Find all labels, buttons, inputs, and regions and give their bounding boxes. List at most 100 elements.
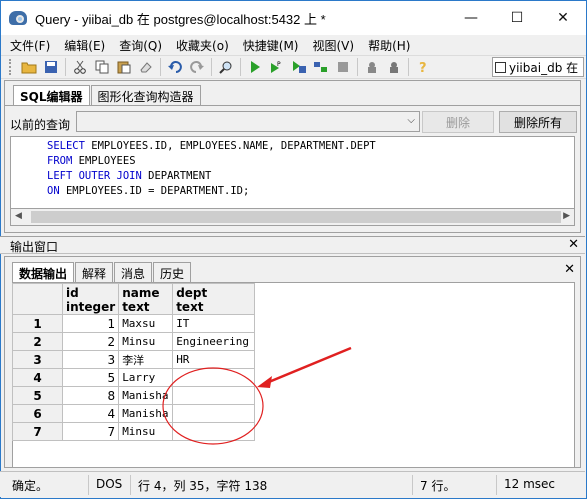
execute-icon[interactable] [244,57,266,77]
delete-all-button[interactable]: 删除所有 [499,111,577,133]
delete-button[interactable]: 删除 [422,111,494,133]
cell-dept[interactable] [172,368,256,387]
menu-view[interactable]: 视图(V) [305,37,361,54]
status-text: 确定。 [12,479,49,493]
table-row[interactable]: 5 8 Manisha [12,386,256,405]
scroll-left-icon[interactable]: ◀ [15,211,22,221]
svg-text:?: ? [419,61,427,74]
sql-editor[interactable]: SELECT EMPLOYEES.ID, EMPLOYEES.NAME, DEP… [10,136,575,209]
cell-name[interactable]: Minsu [118,332,174,351]
cell-id[interactable]: 5 [61,368,120,387]
cell-id[interactable]: 3 [61,350,120,369]
row-number-cell[interactable]: 6 [12,404,63,423]
table-row[interactable]: 7 7 Minsu [12,422,256,441]
undo-icon[interactable] [164,57,186,77]
window-title: Query - yiibai_db 在 postgres@localhost:5… [35,11,326,27]
vacuum-icon[interactable] [361,57,383,77]
cell-dept[interactable] [172,386,256,405]
cell-id[interactable]: 4 [61,404,120,423]
sql-line: ON EMPLOYEES.ID = DEPARTMENT.ID; [47,185,250,197]
open-file-icon[interactable] [18,57,40,77]
menu-query[interactable]: 查询(Q) [112,37,169,54]
row-number-cell[interactable]: 4 [12,368,63,387]
cell-id[interactable]: 1 [61,314,120,333]
close-button[interactable]: ✕ [540,1,586,35]
cell-name[interactable]: Minsu [118,422,174,441]
toolbar-grip[interactable] [9,59,12,75]
cell-id[interactable]: 7 [61,422,120,441]
row-number-cell[interactable]: 7 [12,422,63,441]
row-number-cell[interactable]: 5 [12,386,63,405]
cell-dept[interactable] [172,422,256,441]
copy-icon[interactable] [91,57,113,77]
tab-history[interactable]: 历史 [153,262,192,282]
cell-name[interactable]: Manisha [118,386,174,405]
cell-dept[interactable]: HR [172,350,256,369]
database-selector-label: yiibai_db 在 [509,60,579,75]
tab-explain[interactable]: 解释 [75,262,114,282]
toolbar: P ? yiibai_db 在 [1,55,586,79]
database-selector[interactable]: yiibai_db 在 [492,57,584,77]
corner-cell[interactable] [12,283,63,315]
cell-id[interactable]: 8 [61,386,120,405]
cell-name[interactable]: Maxsu [118,314,174,333]
pgadmin-app-icon [9,9,27,27]
explain-icon[interactable] [310,57,332,77]
row-number-cell[interactable]: 1 [12,314,63,333]
cancel-query-icon[interactable] [332,57,354,77]
menu-file[interactable]: 文件(F) [3,37,57,54]
table-row[interactable]: 3 3 李洋 HR [12,350,256,369]
save-file-icon[interactable] [40,57,62,77]
tab-graphical-query-builder[interactable]: 图形化查询构造器 [90,85,201,105]
menu-favorites[interactable]: 收藏夹(o) [169,37,236,54]
previous-queries-dropdown[interactable]: ⌵ [76,111,420,132]
tab-messages[interactable]: 消息 [114,262,153,282]
menu-macros[interactable]: 快捷键(M) [236,37,306,54]
table-row[interactable]: 2 2 Minsu Engineering [12,332,256,351]
redo-icon[interactable] [186,57,208,77]
cell-dept[interactable]: IT [172,314,256,333]
tab-sql-editor[interactable]: SQL编辑器 [13,85,90,106]
close-result-tab-icon[interactable]: ✕ [564,262,575,277]
row-number-cell[interactable]: 2 [12,332,63,351]
execute-to-file-icon[interactable] [288,57,310,77]
tab-data-output[interactable]: 数据输出 [12,262,75,283]
menu-bar: 文件(F) 编辑(E) 查询(Q) 收藏夹(o) 快捷键(M) 视图(V) 帮助… [1,35,586,55]
menu-edit[interactable]: 编辑(E) [57,37,112,54]
column-header-dept[interactable]: dept text [172,283,256,315]
chevron-down-icon: ⌵ [407,115,415,126]
cell-dept[interactable] [172,404,256,423]
sql-line: FROM EMPLOYEES [47,155,136,167]
scroll-right-icon[interactable]: ▶ [563,211,570,221]
output-pane-title: 输出窗口 [10,240,59,254]
menu-help[interactable]: 帮助(H) [361,37,417,54]
sql-line: SELECT EMPLOYEES.ID, EMPLOYEES.NAME, DEP… [47,140,376,152]
eraser-icon[interactable] [135,57,157,77]
row-number-cell[interactable]: 3 [12,350,63,369]
paste-icon[interactable] [113,57,135,77]
cell-name[interactable]: 李洋 [118,350,174,369]
execute-pgscript-icon[interactable]: P [266,57,288,77]
previous-queries-label: 以前的查询 [10,118,71,132]
cell-id[interactable]: 2 [61,332,120,351]
editor-horizontal-scrollbar[interactable]: ◀ ▶ [10,209,575,226]
table-row[interactable]: 6 4 Manisha [12,404,256,423]
cell-name[interactable]: Manisha [118,404,174,423]
column-header-name[interactable]: name text [118,283,174,315]
scrollbar-thumb[interactable] [31,211,561,223]
cell-name[interactable]: Larry [118,368,174,387]
minimize-button[interactable]: — [448,1,494,35]
help-icon[interactable]: ? [412,57,434,77]
table-row[interactable]: 1 1 Maxsu IT [12,314,256,333]
column-header-id[interactable]: id integer [61,283,120,315]
status-exec-time: 12 msec [504,477,556,491]
cell-dept[interactable]: Engineering [172,332,256,351]
maximize-button[interactable]: ☐ [494,1,540,35]
cut-icon[interactable] [69,57,91,77]
find-icon[interactable] [215,57,237,77]
status-cursor-position: 行 4，列 35，字符 138 [138,479,268,493]
commit-icon[interactable] [383,57,405,77]
table-row[interactable]: 4 5 Larry [12,368,256,387]
close-output-icon[interactable]: ✕ [568,237,579,252]
status-encoding: DOS [96,477,123,491]
